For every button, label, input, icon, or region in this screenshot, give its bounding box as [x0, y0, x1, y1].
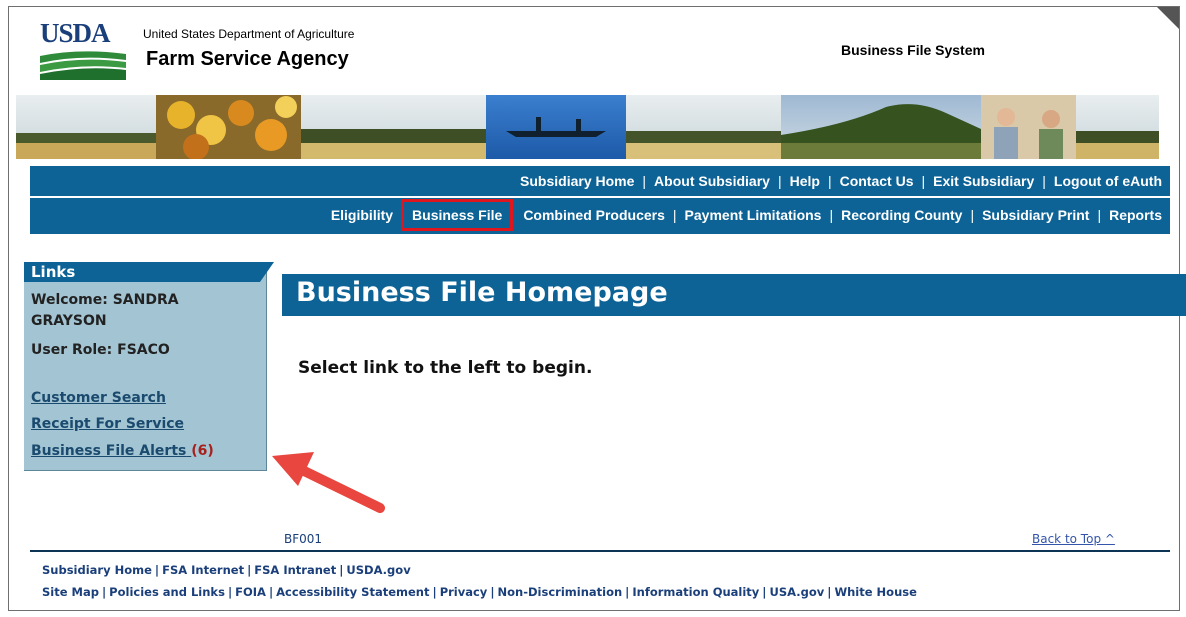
nav-separator: |	[921, 173, 926, 189]
nav-separator: |	[777, 173, 782, 189]
nav-exit-subsidiary[interactable]: Exit Subsidiary	[933, 173, 1034, 189]
nav-separator: |	[829, 207, 834, 223]
nav-payment-limitations[interactable]: Payment Limitations	[685, 207, 822, 223]
links-panel-title: Links	[31, 263, 76, 281]
agency-name: Farm Service Agency	[146, 48, 349, 70]
nav-separator: |	[672, 207, 677, 223]
red-arrow-icon	[272, 452, 385, 513]
nav-reports[interactable]: Reports	[1109, 207, 1162, 223]
page-title: Business File Homepage	[296, 277, 668, 308]
page-id: BF001	[284, 532, 323, 546]
business-file-highlight-box: Business File	[401, 199, 514, 231]
alerts-count-badge: (6)	[191, 443, 214, 459]
utility-nav-bar: Subsidiary Home | About Subsidiary | Hel…	[30, 166, 1170, 197]
nav-logout-eauth[interactable]: Logout of eAuth	[1054, 173, 1162, 189]
footer-separator: |	[154, 563, 160, 577]
department-name: United States Department of Agriculture	[143, 27, 355, 41]
nav-recording-county[interactable]: Recording County	[841, 207, 962, 223]
footer-links-row2: Site Map | Policies and Links | FOIA | Accessi…	[42, 586, 1142, 598]
nav-subsidiary-print[interactable]: Subsidiary Print	[982, 207, 1089, 223]
footer-accessibility[interactable]: Accessibility Statement	[276, 585, 429, 599]
usda-logo-text: USDA	[40, 18, 111, 48]
footer-policies-links[interactable]: Policies and Links	[109, 585, 225, 599]
footer-separator: |	[827, 585, 832, 599]
page-title-bar: Business File Homepage	[282, 274, 1186, 316]
nav-subsidiary-home[interactable]: Subsidiary Home	[520, 173, 634, 189]
nav-separator: |	[970, 207, 975, 223]
system-name: Business File System	[841, 42, 985, 58]
usda-logo: USDA	[40, 18, 126, 82]
page-corner-fold	[1157, 7, 1179, 29]
links-panel: Links Welcome: SANDRA GRAYSON User Role:…	[24, 262, 274, 471]
footer-information-quality[interactable]: Information Quality	[632, 585, 759, 599]
footer-divider	[30, 550, 1170, 552]
customer-search-link[interactable]: Customer Search	[31, 390, 166, 406]
footer-subsidiary-home[interactable]: Subsidiary Home	[42, 563, 152, 577]
footer-separator: |	[339, 563, 344, 577]
usda-swoosh-icon	[40, 51, 126, 80]
links-panel-tab-tip	[260, 262, 274, 282]
nav-eligibility[interactable]: Eligibility	[331, 207, 393, 223]
nav-combined-producers[interactable]: Combined Producers	[523, 207, 665, 223]
footer-foia[interactable]: FOIA	[235, 585, 266, 599]
nav-separator: |	[827, 173, 832, 189]
nav-contact-us[interactable]: Contact Us	[840, 173, 914, 189]
receipt-for-service-link[interactable]: Receipt For Service	[31, 416, 184, 432]
nav-separator: |	[1042, 173, 1046, 189]
photo-banner	[16, 95, 1159, 159]
footer-usa-gov[interactable]: USA.gov	[770, 585, 825, 599]
business-file-alerts-label: Business File Alerts	[31, 443, 187, 459]
nav-help[interactable]: Help	[790, 173, 820, 189]
nav-about-subsidiary[interactable]: About Subsidiary	[654, 173, 770, 189]
welcome-user: Welcome: SANDRA GRAYSON	[31, 292, 179, 329]
main-nav-bar: Eligibility Business File Combined Produ…	[30, 198, 1170, 234]
footer-separator: |	[227, 585, 233, 599]
instruction-text: Select link to the left to begin.	[298, 358, 593, 378]
footer-separator: |	[762, 585, 767, 599]
footer-site-map[interactable]: Site Map	[42, 585, 99, 599]
footer-fsa-intranet[interactable]: FSA Intranet	[254, 563, 336, 577]
footer-non-discrimination[interactable]: Non-Discrimination	[498, 585, 623, 599]
footer-fsa-internet[interactable]: FSA Internet	[162, 563, 244, 577]
footer-separator: |	[247, 563, 252, 577]
nav-business-file[interactable]: Business File	[412, 207, 502, 223]
footer-separator: |	[101, 585, 107, 599]
footer-privacy[interactable]: Privacy	[440, 585, 488, 599]
footer-separator: |	[432, 585, 437, 599]
nav-separator: |	[642, 173, 647, 189]
nav-separator: |	[1097, 207, 1102, 223]
footer-usda-gov[interactable]: USDA.gov	[346, 563, 410, 577]
footer-white-house[interactable]: White House	[834, 585, 916, 599]
back-to-top-link[interactable]: Back to Top ^	[1032, 532, 1115, 546]
footer-separator: |	[490, 585, 495, 599]
business-file-alerts-link[interactable]: Business File Alerts (6)	[31, 443, 214, 459]
footer-links-row1: Subsidiary Home | FSA Internet | FSA Intrane…	[42, 563, 411, 577]
footer-separator: |	[268, 585, 274, 599]
user-role: User Role: FSACO	[31, 342, 170, 358]
footer-separator: |	[625, 585, 630, 599]
